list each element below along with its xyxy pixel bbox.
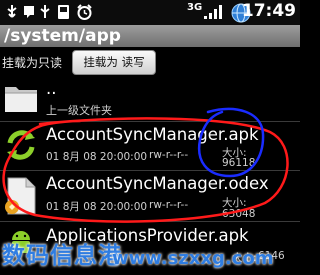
alarm-clock-icon bbox=[77, 4, 92, 20]
file-name: AccountSyncManager.odex bbox=[46, 174, 269, 193]
mount-row: 挂载为只读 挂载为 读写 bbox=[0, 47, 300, 77]
file-permissions: rw-r--r-- bbox=[149, 199, 189, 211]
signal-icon bbox=[204, 5, 222, 19]
document-icon bbox=[5, 177, 36, 215]
mount-status-label: 挂载为只读 bbox=[2, 56, 63, 70]
watermark: 数码信息港 www.szxxg.com bbox=[0, 233, 300, 275]
file-date: 01 8月 08 20:00:00 bbox=[46, 151, 148, 163]
current-path: /system/app bbox=[4, 26, 121, 46]
mount-read-write-button[interactable]: 挂载为 读写 bbox=[72, 50, 156, 75]
file-name: AccountSyncManager.apk bbox=[46, 125, 259, 144]
file-size: 63048 bbox=[222, 208, 256, 220]
watermark-text: 数码信息港 bbox=[2, 243, 122, 269]
notification-icon bbox=[24, 6, 34, 18]
parent-folder-row[interactable]: .. 上一级文件夹 bbox=[0, 77, 300, 121]
file-row[interactable]: AccountSyncManager.odex 01 8月 08 20:00:0… bbox=[0, 171, 300, 221]
parent-folder-name: .. bbox=[46, 79, 57, 98]
network-3g-icon: 3G bbox=[187, 2, 203, 13]
watermark-url: www.szxxg.com bbox=[112, 248, 274, 269]
folder-icon bbox=[5, 87, 37, 112]
parent-folder-subtitle: 上一级文件夹 bbox=[46, 104, 112, 117]
clock: 17:49 bbox=[241, 1, 296, 21]
file-size: 96118 bbox=[222, 157, 256, 169]
usb-debug-icon bbox=[40, 5, 50, 18]
sync-arrows-icon bbox=[7, 130, 35, 160]
storage-icon bbox=[58, 5, 69, 19]
status-bar: 3G 17:49 bbox=[0, 0, 300, 25]
usb-icon bbox=[7, 5, 17, 18]
path-header: /system/app bbox=[0, 25, 300, 47]
file-date: 01 8月 08 20:00:00 bbox=[46, 201, 148, 213]
file-row[interactable]: AccountSyncManager.apk 01 8月 08 20:00:00… bbox=[0, 122, 300, 170]
file-permissions: rw-r--r-- bbox=[149, 149, 189, 161]
